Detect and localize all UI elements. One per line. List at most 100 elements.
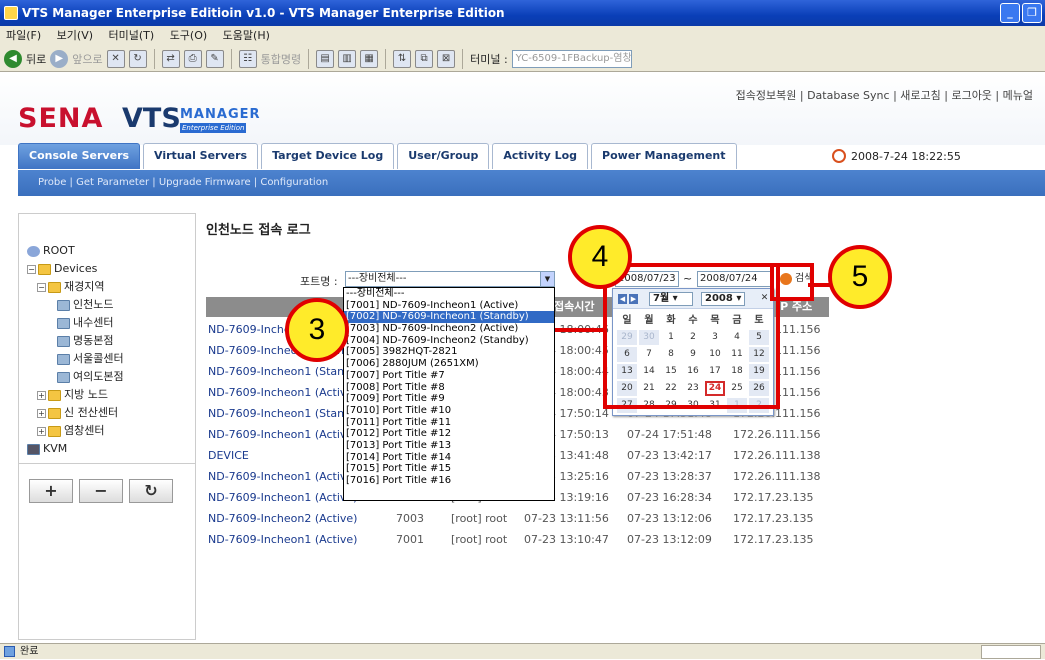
- expand-icon[interactable]: +: [37, 426, 46, 436]
- dropdown-option[interactable]: ---장비전체---: [344, 288, 554, 300]
- annotation-callout-5: 5: [828, 245, 892, 309]
- table-row[interactable]: ND-7609-Incheon1 (Active) 7001 [root] root…: [206, 529, 829, 550]
- computer-icon: [57, 353, 70, 365]
- disconnect-icon[interactable]: ⊠: [437, 49, 456, 68]
- row-device[interactable]: ND-7609-Incheon1 (Active): [208, 487, 357, 508]
- expand-icon[interactable]: +: [37, 408, 46, 418]
- annotation-connector: [808, 283, 830, 287]
- row-device[interactable]: ND-7609-Incheon1 (Active): [208, 466, 357, 487]
- terminal-select[interactable]: YC-6509-1FBackup-염창센터-1(: [511, 49, 632, 68]
- dropdown-option[interactable]: [7003] ND-7609-Incheon2 (Active): [344, 323, 554, 335]
- row-end-time: 07-23 13:12:06: [627, 512, 712, 525]
- tree-node[interactable]: 여의도본점: [27, 368, 195, 386]
- dropdown-option[interactable]: [7006] 2880JUM (2651XM): [344, 358, 554, 370]
- dropdown-option[interactable]: [7011] Port Title #11: [344, 417, 554, 429]
- tab-power-management[interactable]: Power Management: [591, 143, 737, 169]
- dropdown-option[interactable]: [7008] Port Title #8: [344, 382, 554, 394]
- top-links[interactable]: 접속정보복원 | Database Sync | 새로고침 | 로그아웃 | 메…: [736, 87, 1033, 103]
- dropdown-option[interactable]: [7015] Port Title #15: [344, 463, 554, 475]
- back-button[interactable]: 뒤로: [26, 51, 46, 67]
- row-device[interactable]: ND-7609-Incheon1 (Active): [208, 382, 357, 403]
- dropdown-option[interactable]: [7007] Port Title #7: [344, 370, 554, 382]
- brand-edition-logo: Enterprise Edition: [180, 123, 246, 133]
- row-device[interactable]: ND-7609-Incheon2 (Active): [208, 508, 357, 529]
- port-filter-label: 포트명 :: [300, 275, 338, 288]
- dropdown-option[interactable]: [7016] Port Title #16: [344, 475, 554, 487]
- connect-icon[interactable]: ⇄: [161, 49, 180, 68]
- menu-help[interactable]: 도움말(H): [223, 29, 270, 42]
- sub-navigation[interactable]: Probe | Get Parameter | Upgrade Firmware…: [18, 170, 1045, 196]
- menu-tools[interactable]: 도구(O): [170, 29, 207, 42]
- port-select[interactable]: ---장비전체--- ▼: [345, 271, 555, 287]
- stop-icon[interactable]: ✕: [106, 49, 125, 68]
- transfer-icon[interactable]: ⇅: [393, 49, 412, 68]
- tree-node[interactable]: 내수센터: [27, 314, 195, 332]
- terminal-label: 터미널 :: [470, 52, 508, 66]
- tree-node[interactable]: 서울콜센터: [27, 350, 195, 368]
- header-start-time: 접속시간: [554, 300, 595, 313]
- session-icon[interactable]: ⧉: [415, 49, 434, 68]
- port-dropdown-list[interactable]: ---장비전체--- [7001] ND-7609-Incheon1 (Activ…: [343, 287, 555, 501]
- dropdown-option[interactable]: [7002] ND-7609-Incheon1 (Standby): [344, 311, 554, 324]
- dropdown-option[interactable]: [7010] Port Title #10: [344, 405, 554, 417]
- tree-devices[interactable]: − Devices: [27, 260, 195, 278]
- menu-file[interactable]: 파일(F): [6, 29, 41, 42]
- collapse-icon[interactable]: −: [27, 264, 36, 274]
- refresh-icon[interactable]: ↻: [128, 49, 147, 68]
- row-device[interactable]: ND-7609-Incheon1 (Active): [208, 529, 357, 550]
- tree-region[interactable]: + 지방 노드: [27, 386, 195, 404]
- menu-terminal[interactable]: 터미널(T): [109, 29, 155, 42]
- tree-region[interactable]: − 재경지역: [27, 278, 195, 296]
- print-icon[interactable]: ⎙: [183, 49, 202, 68]
- root-icon: [27, 245, 40, 257]
- row-device[interactable]: ND-7609-Incheon1 (Active): [208, 424, 357, 445]
- edit-icon[interactable]: ✎: [205, 49, 224, 68]
- dropdown-option[interactable]: [7014] Port Title #14: [344, 452, 554, 464]
- kvm-icon: [27, 443, 40, 455]
- dropdown-option[interactable]: [7005] 3982HQT-2821: [344, 346, 554, 358]
- tree-region[interactable]: + 신 전산센터: [27, 404, 195, 422]
- forward-button[interactable]: 앞으로: [72, 51, 102, 67]
- tab-target-device-log[interactable]: Target Device Log: [261, 143, 395, 169]
- toolbar-separator: [308, 48, 310, 69]
- forward-arrow-icon[interactable]: ▶: [50, 49, 69, 68]
- broadcast-icon[interactable]: ☷: [238, 49, 257, 68]
- expand-icon[interactable]: +: [37, 390, 46, 400]
- row-ip: 172.26.111.138: [733, 470, 821, 483]
- tile-vertical-icon[interactable]: ▥: [338, 49, 357, 68]
- add-node-button[interactable]: +: [29, 479, 73, 503]
- tab-activity-log[interactable]: Activity Log: [492, 143, 589, 169]
- dropdown-option[interactable]: [7009] Port Title #9: [344, 393, 554, 405]
- tile-horizontal-icon[interactable]: ▤: [316, 49, 335, 68]
- tree-region[interactable]: + 염창센터: [27, 422, 195, 440]
- computer-icon: [57, 335, 70, 347]
- minimize-icon[interactable]: _: [1000, 3, 1020, 23]
- tree-node[interactable]: 명동본점: [27, 332, 195, 350]
- back-arrow-icon[interactable]: ◀: [4, 49, 22, 68]
- tab-console-servers[interactable]: Console Servers: [18, 143, 141, 169]
- row-ip: 172.26.111.156: [733, 428, 821, 441]
- menu-view[interactable]: 보기(V): [57, 29, 93, 42]
- restore-icon[interactable]: ❐: [1022, 3, 1042, 23]
- table-row[interactable]: ND-7609-Incheon2 (Active) 7003 [root] root…: [206, 508, 829, 529]
- tree-kvm[interactable]: KVM: [27, 440, 195, 458]
- dropdown-option[interactable]: [7013] Port Title #13: [344, 440, 554, 452]
- broadcast-button[interactable]: 통합명령: [261, 51, 301, 67]
- dropdown-option[interactable]: [7012] Port Title #12: [344, 428, 554, 440]
- tree-node[interactable]: 인천노드: [27, 296, 195, 314]
- chevron-down-icon[interactable]: ▼: [540, 272, 554, 286]
- tree-root[interactable]: ROOT: [27, 242, 195, 260]
- remove-node-button[interactable]: −: [79, 479, 123, 503]
- refresh-tree-button[interactable]: ↻: [129, 479, 173, 503]
- tab-virtual-servers[interactable]: Virtual Servers: [143, 143, 259, 169]
- dropdown-option[interactable]: [7004] ND-7609-Incheon2 (Standby): [344, 335, 554, 347]
- collapse-icon[interactable]: −: [37, 282, 46, 292]
- cascade-icon[interactable]: ▦: [360, 49, 379, 68]
- row-device[interactable]: DEVICE: [208, 445, 249, 466]
- tab-user-group[interactable]: User/Group: [397, 143, 490, 169]
- toolbar-separator: [462, 48, 464, 69]
- row-start-time: 07-23 13:10:47: [524, 533, 609, 546]
- row-ip: 172.17.23.135: [733, 512, 814, 525]
- toolbar-separator: [153, 48, 155, 69]
- dropdown-option[interactable]: [7001] ND-7609-Incheon1 (Active): [344, 300, 554, 312]
